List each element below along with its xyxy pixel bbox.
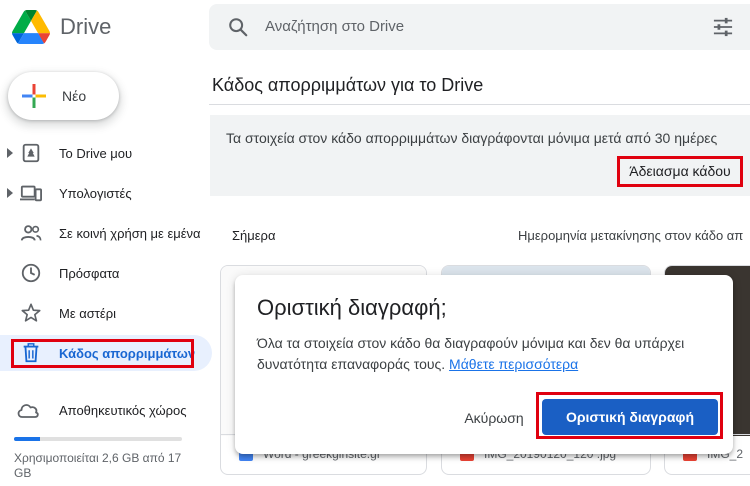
search-icon[interactable] bbox=[227, 16, 249, 38]
plus-icon bbox=[22, 84, 46, 108]
sidebar-item-label: Με αστέρι bbox=[59, 306, 116, 321]
sort-label[interactable]: Ημερομηνία μετακίνησης στον κάδο απ bbox=[518, 228, 743, 243]
new-button-label: Νέο bbox=[62, 88, 87, 104]
delete-forever-button[interactable]: Οριστική διαγραφή bbox=[542, 399, 718, 435]
delete-forever-dialog: Οριστική διαγραφή; Όλα τα στοιχεία στον … bbox=[235, 275, 733, 454]
new-button[interactable]: Νέο bbox=[8, 72, 119, 120]
trash-info-banner: Τα στοιχεία στον κάδο απορριμμάτων διαγρ… bbox=[210, 115, 750, 196]
sidebar-item-my-drive[interactable]: Το Drive μου bbox=[0, 135, 212, 171]
sidebar-item-shared[interactable]: Σε κοινή χρήση με εμένα bbox=[0, 215, 212, 251]
computer-icon bbox=[20, 185, 42, 202]
storage-usage-text: Χρησιμοποιείται 2,6 GB από 17 GB bbox=[14, 451, 182, 480]
sidebar-item-trash[interactable]: Κάδος απορριμμάτων bbox=[0, 335, 212, 371]
empty-trash-button[interactable]: Άδειασμα κάδου bbox=[618, 156, 742, 188]
header-divider bbox=[209, 104, 750, 105]
storage-usage-fill bbox=[14, 437, 40, 441]
sidebar-item-computers[interactable]: Υπολογιστές bbox=[0, 175, 212, 211]
cloud-icon bbox=[17, 404, 39, 418]
storage-label: Αποθηκευτικός χώρος bbox=[59, 403, 187, 418]
expand-caret-icon[interactable] bbox=[6, 147, 14, 159]
page-title: Κάδος απορριμμάτων για το Drive bbox=[212, 75, 484, 95]
dialog-title: Οριστική διαγραφή; bbox=[257, 295, 447, 320]
sidebar-item-label: Υπολογιστές bbox=[59, 186, 132, 201]
learn-more-link[interactable]: Μάθετε περισσότερα bbox=[449, 356, 578, 372]
clock-icon bbox=[21, 263, 41, 283]
app-name: Drive bbox=[60, 14, 112, 39]
sidebar-item-starred[interactable]: Με αστέρι bbox=[0, 295, 212, 331]
sidebar-item-label: Πρόσφατα bbox=[59, 266, 120, 281]
sidebar-item-label: Κάδος απορριμμάτων bbox=[59, 346, 196, 361]
cancel-button[interactable]: Ακύρωση bbox=[457, 401, 531, 435]
drive-logo-icon bbox=[12, 10, 50, 44]
star-icon bbox=[21, 303, 41, 322]
expand-caret-icon[interactable] bbox=[6, 187, 14, 199]
search-input[interactable]: Αναζήτηση στο Drive bbox=[265, 18, 404, 35]
banner-text: Τα στοιχεία στον κάδο απορριμμάτων διαγρ… bbox=[226, 130, 718, 146]
trash-icon bbox=[23, 343, 39, 363]
section-label: Σήμερα bbox=[232, 228, 276, 243]
search-options-icon[interactable] bbox=[712, 17, 734, 37]
storage-usage-bar bbox=[14, 437, 182, 441]
sidebar-item-label: Σε κοινή χρήση με εμένα bbox=[59, 226, 201, 241]
drive-icon bbox=[22, 143, 40, 163]
sidebar-item-storage[interactable]: Αποθηκευτικός χώρος bbox=[0, 393, 212, 427]
dialog-body: Όλα τα στοιχεία στον κάδο θα διαγραφούν … bbox=[257, 333, 719, 375]
search-bar[interactable]: Αναζήτηση στο Drive bbox=[209, 4, 750, 50]
sidebar-item-recent[interactable]: Πρόσφατα bbox=[0, 255, 212, 291]
people-icon bbox=[20, 225, 42, 241]
sidebar-item-label: Το Drive μου bbox=[59, 146, 133, 161]
